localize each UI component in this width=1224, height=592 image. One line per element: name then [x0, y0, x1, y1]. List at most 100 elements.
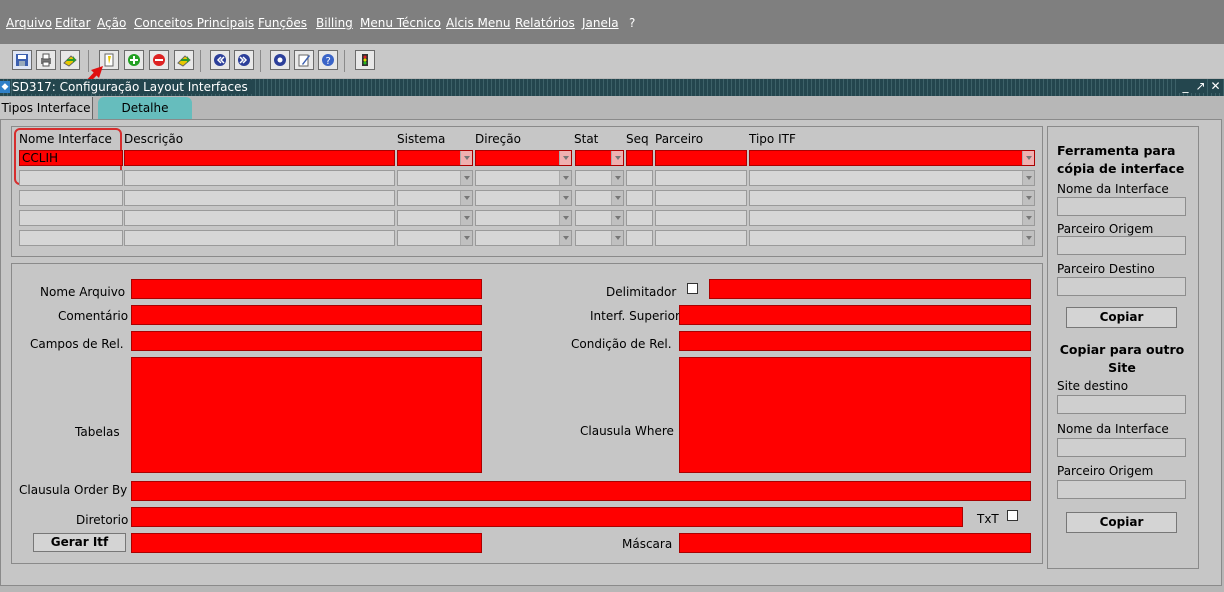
query-icon[interactable]: [270, 50, 290, 70]
copiar-button[interactable]: Copiar: [1066, 307, 1177, 328]
chevron-down-icon[interactable]: [1022, 191, 1034, 205]
delimitador-checkbox[interactable]: [687, 283, 698, 294]
chevron-down-icon[interactable]: [559, 151, 571, 165]
chevron-down-icon[interactable]: [611, 191, 623, 205]
mascara-field[interactable]: [679, 533, 1031, 553]
chevron-down-icon[interactable]: [611, 231, 623, 245]
save-icon[interactable]: [12, 50, 32, 70]
chevron-down-icon[interactable]: [611, 151, 623, 165]
chevron-down-icon[interactable]: [559, 191, 571, 205]
side-nome-interface-input-2[interactable]: [1057, 438, 1186, 457]
txt-checkbox[interactable]: [1007, 510, 1018, 521]
chevron-down-icon[interactable]: [460, 191, 472, 205]
tab-detalhe[interactable]: Detalhe: [98, 97, 192, 119]
grid-cell[interactable]: [124, 170, 395, 186]
diretorio-field[interactable]: [131, 507, 963, 527]
grid-cell[interactable]: [749, 170, 1035, 186]
grid-cell[interactable]: [19, 190, 123, 206]
chevron-down-icon[interactable]: [1022, 211, 1034, 225]
gerar-itf-button[interactable]: Gerar Itf: [33, 533, 126, 552]
grid-cell[interactable]: [19, 170, 123, 186]
chevron-down-icon[interactable]: [559, 171, 571, 185]
grid-cell[interactable]: [124, 230, 395, 246]
grid-cell[interactable]: [124, 210, 395, 226]
delete-record-icon[interactable]: [149, 50, 169, 70]
menu-acao[interactable]: Ação: [97, 16, 126, 30]
chevron-down-icon[interactable]: [559, 211, 571, 225]
print-icon[interactable]: [36, 50, 56, 70]
edit-icon[interactable]: [294, 50, 314, 70]
clear-icon[interactable]: [174, 50, 194, 70]
grid-cell[interactable]: [475, 150, 572, 166]
clausula-order-field[interactable]: [131, 481, 1031, 501]
chevron-down-icon[interactable]: [611, 171, 623, 185]
grid-cell[interactable]: [575, 150, 624, 166]
grid-cell[interactable]: [626, 210, 653, 226]
grid-cell[interactable]: [397, 170, 473, 186]
grid-cell[interactable]: [19, 210, 123, 226]
grid-cell[interactable]: [575, 170, 624, 186]
menu-arquivo[interactable]: Arquivo: [6, 16, 52, 30]
grid-cell[interactable]: [397, 210, 473, 226]
grid-cell[interactable]: [655, 230, 747, 246]
restore-icon[interactable]: ↗: [1194, 79, 1207, 93]
menu-alcis[interactable]: Alcis Menu: [446, 16, 511, 30]
menu-janela[interactable]: Janela: [582, 16, 619, 30]
site-destino-input[interactable]: [1057, 395, 1186, 414]
grid-cell[interactable]: [749, 190, 1035, 206]
previous-icon[interactable]: [210, 50, 230, 70]
grid-cell[interactable]: [124, 150, 395, 166]
grid-cell[interactable]: [575, 230, 624, 246]
menu-tecnico[interactable]: Menu Técnico: [360, 16, 441, 30]
chevron-down-icon[interactable]: [460, 171, 472, 185]
chevron-down-icon[interactable]: [460, 231, 472, 245]
menu-conceitos-principais[interactable]: Conceitos Principais: [134, 16, 254, 30]
menu-funcoes[interactable]: Funções: [258, 16, 307, 30]
grid-cell[interactable]: [397, 150, 473, 166]
traffic-light-icon[interactable]: [355, 50, 375, 70]
next-icon[interactable]: [234, 50, 254, 70]
grid-cell[interactable]: [397, 190, 473, 206]
menu-billing[interactable]: Billing: [316, 16, 353, 30]
delimitador-field[interactable]: [709, 279, 1031, 299]
chevron-down-icon[interactable]: [559, 231, 571, 245]
chevron-down-icon[interactable]: [460, 211, 472, 225]
grid-cell[interactable]: [19, 230, 123, 246]
interf-superior-field[interactable]: [679, 305, 1031, 325]
grid-cell[interactable]: CCLIH: [19, 150, 123, 166]
grid-cell[interactable]: [626, 150, 653, 166]
side-parceiro-destino-input[interactable]: [1057, 277, 1186, 296]
menu-editar[interactable]: Editar: [55, 16, 91, 30]
grid-cell[interactable]: [475, 230, 572, 246]
chevron-down-icon[interactable]: [1022, 231, 1034, 245]
grid-cell[interactable]: [575, 210, 624, 226]
grid-cell[interactable]: [655, 190, 747, 206]
grid-cell[interactable]: [626, 230, 653, 246]
grid-cell[interactable]: [475, 210, 572, 226]
condicao-rel-field[interactable]: [679, 331, 1031, 351]
chevron-down-icon[interactable]: [611, 211, 623, 225]
nome-arquivo-field[interactable]: [131, 279, 482, 299]
grid-cell[interactable]: [397, 230, 473, 246]
help-icon[interactable]: ?: [318, 50, 338, 70]
clausula-where-field[interactable]: [679, 357, 1031, 473]
exit-icon[interactable]: [60, 50, 80, 70]
side-nome-interface-input[interactable]: [1057, 197, 1186, 216]
menu-relatorios[interactable]: Relatórios: [515, 16, 575, 30]
side-parceiro-origem-input[interactable]: [1057, 236, 1186, 255]
grid-cell[interactable]: [124, 190, 395, 206]
grid-cell[interactable]: [475, 170, 572, 186]
close-icon[interactable]: ✕: [1209, 79, 1222, 93]
add-record-icon[interactable]: [124, 50, 144, 70]
grid-cell[interactable]: [655, 210, 747, 226]
grid-cell[interactable]: [749, 230, 1035, 246]
chevron-down-icon[interactable]: [1022, 151, 1034, 165]
grid-cell[interactable]: [749, 150, 1035, 166]
grid-cell[interactable]: [749, 210, 1035, 226]
grid-cell[interactable]: [655, 170, 747, 186]
gerar-itf-field[interactable]: [131, 533, 482, 553]
grid-cell[interactable]: [575, 190, 624, 206]
copiar-button-2[interactable]: Copiar: [1066, 512, 1177, 533]
menu-help[interactable]: ?: [629, 16, 635, 30]
tabelas-field[interactable]: [131, 357, 482, 473]
